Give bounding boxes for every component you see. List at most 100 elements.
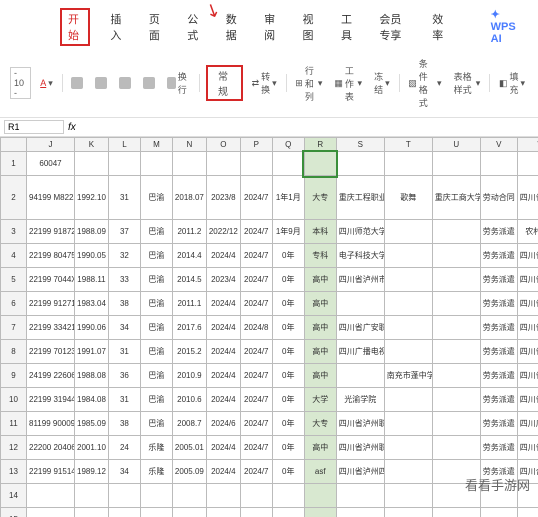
worksheet-button[interactable]: ▦ 工作表▾ xyxy=(331,62,365,105)
cell[interactable]: 四川广播电视大学桂花 xyxy=(336,340,384,364)
cell[interactable]: 22199 91872 xyxy=(27,220,75,244)
row-header[interactable]: 2 xyxy=(1,176,27,220)
cell[interactable]: 2024/7 xyxy=(240,340,272,364)
cell[interactable]: 歌舞 xyxy=(384,176,432,220)
cell[interactable]: 光渝学院 xyxy=(336,388,384,412)
row-header[interactable]: 14 xyxy=(1,484,27,508)
cell[interactable]: 2011.1 xyxy=(172,292,206,316)
cell[interactable] xyxy=(384,436,432,460)
cell[interactable] xyxy=(172,152,206,176)
cell[interactable]: 高中 xyxy=(304,268,336,292)
cell[interactable] xyxy=(432,340,480,364)
cell[interactable]: 2023/4 xyxy=(206,268,240,292)
cell[interactable] xyxy=(272,152,304,176)
col-header-K[interactable]: K xyxy=(75,138,109,152)
cell[interactable]: 1989.12 xyxy=(75,460,109,484)
cell[interactable]: 巴渝 xyxy=(140,268,172,292)
spreadsheet-grid[interactable]: JKLMNOPQRSTUVWXY160047294199 M822X1992.1… xyxy=(0,137,538,517)
cell[interactable]: 0年 xyxy=(272,340,304,364)
cell[interactable]: 2024/6 xyxy=(206,412,240,436)
cell[interactable]: 南充市蓬中学 xyxy=(384,364,432,388)
cell[interactable]: 2024/4 xyxy=(206,244,240,268)
cell[interactable]: 2015.2 xyxy=(172,340,206,364)
cell[interactable]: 2024/8 xyxy=(240,316,272,340)
cell[interactable]: 2017.6 xyxy=(172,316,206,340)
cell[interactable] xyxy=(240,484,272,508)
col-header-Q[interactable]: Q xyxy=(272,138,304,152)
cell[interactable] xyxy=(336,364,384,388)
tab-page[interactable]: 页面 xyxy=(145,9,167,45)
cell[interactable]: 四川广安市区 xyxy=(517,412,538,436)
cell[interactable]: 劳务派遣 xyxy=(480,412,517,436)
cell[interactable]: 0年 xyxy=(272,412,304,436)
cell[interactable] xyxy=(480,508,517,517)
cell[interactable]: 0年 xyxy=(272,436,304,460)
cell[interactable]: 2024/7 xyxy=(240,176,272,220)
cell[interactable]: 四川省泸州市靖边县 xyxy=(517,316,538,340)
cell[interactable]: 1990.05 xyxy=(75,244,109,268)
cell[interactable] xyxy=(172,484,206,508)
cell[interactable]: 2024/7 xyxy=(240,292,272,316)
col-header-R[interactable]: R xyxy=(304,138,336,152)
cond-format-button[interactable]: ▧ 条件格式▾ xyxy=(405,55,444,111)
cell[interactable]: 22199 70123 xyxy=(27,340,75,364)
cell[interactable]: 1年1月 xyxy=(272,176,304,220)
cell[interactable]: 四川省泸州市合江县金口镇山村 xyxy=(517,176,538,220)
cell[interactable] xyxy=(206,152,240,176)
cell[interactable] xyxy=(384,412,432,436)
fill-button[interactable]: ◧ 填充▾ xyxy=(496,68,528,98)
row-header[interactable]: 6 xyxy=(1,292,27,316)
font-color-button[interactable]: A▾ xyxy=(37,76,56,91)
cell[interactable]: 2024/7 xyxy=(240,388,272,412)
col-header-S[interactable]: S xyxy=(336,138,384,152)
row-header[interactable]: 7 xyxy=(1,316,27,340)
cell[interactable]: 1991.07 xyxy=(75,340,109,364)
merge-button[interactable] xyxy=(140,75,158,91)
cell[interactable]: 大学 xyxy=(304,388,336,412)
cell[interactable] xyxy=(384,460,432,484)
cell[interactable]: 四川省泸州市叙州区泸县镇 xyxy=(517,436,538,460)
cell[interactable]: 巴渝 xyxy=(140,388,172,412)
cell[interactable]: 2011.2 xyxy=(172,220,206,244)
cell[interactable] xyxy=(432,436,480,460)
tab-insert[interactable]: 插入 xyxy=(106,9,128,45)
cell[interactable]: 四川师范大学文理学院(现成都文理学院) xyxy=(336,220,384,244)
cell[interactable] xyxy=(206,484,240,508)
cell[interactable]: 四川省泸州市靖边镇沙坪镇华村36号 xyxy=(517,292,538,316)
cell[interactable]: 四川省泸州职业技术学院 xyxy=(336,436,384,460)
cell[interactable]: 巴渝 xyxy=(140,176,172,220)
cell[interactable]: 1988.11 xyxy=(75,268,109,292)
cell[interactable] xyxy=(384,316,432,340)
wrap-button[interactable]: 换行 xyxy=(164,68,193,98)
cell[interactable]: 巴渝 xyxy=(140,316,172,340)
cell[interactable] xyxy=(384,508,432,517)
cell[interactable]: 重庆工商大学 xyxy=(432,176,480,220)
cell[interactable]: 0年 xyxy=(272,388,304,412)
cell[interactable] xyxy=(432,152,480,176)
cell[interactable] xyxy=(108,508,140,517)
tab-start[interactable]: 开始 xyxy=(60,8,90,46)
cell[interactable]: 1985.09 xyxy=(75,412,109,436)
cell[interactable] xyxy=(432,292,480,316)
cell[interactable] xyxy=(140,152,172,176)
cell[interactable] xyxy=(517,508,538,517)
cell[interactable]: 2014.4 xyxy=(172,244,206,268)
cell[interactable] xyxy=(432,220,480,244)
cell[interactable]: 四川省广安职业学院 xyxy=(336,316,384,340)
cell[interactable] xyxy=(432,388,480,412)
cell[interactable] xyxy=(336,152,384,176)
cell[interactable]: asf xyxy=(304,460,336,484)
row-header[interactable]: 9 xyxy=(1,364,27,388)
cell[interactable]: 36 xyxy=(108,364,140,388)
cell[interactable]: 22199 7044X xyxy=(27,268,75,292)
cell[interactable]: 34 xyxy=(108,460,140,484)
cell[interactable]: 24199 22606 xyxy=(27,364,75,388)
cell[interactable]: 大专 xyxy=(304,176,336,220)
cell[interactable]: 33 xyxy=(108,268,140,292)
cell[interactable]: 乐隆 xyxy=(140,436,172,460)
cell[interactable]: 2024/4 xyxy=(206,340,240,364)
cell[interactable]: 劳务派遣 xyxy=(480,388,517,412)
cell[interactable]: 巴渝 xyxy=(140,340,172,364)
cell[interactable]: 四川省泸州市四公路村 xyxy=(517,340,538,364)
cell[interactable] xyxy=(140,508,172,517)
